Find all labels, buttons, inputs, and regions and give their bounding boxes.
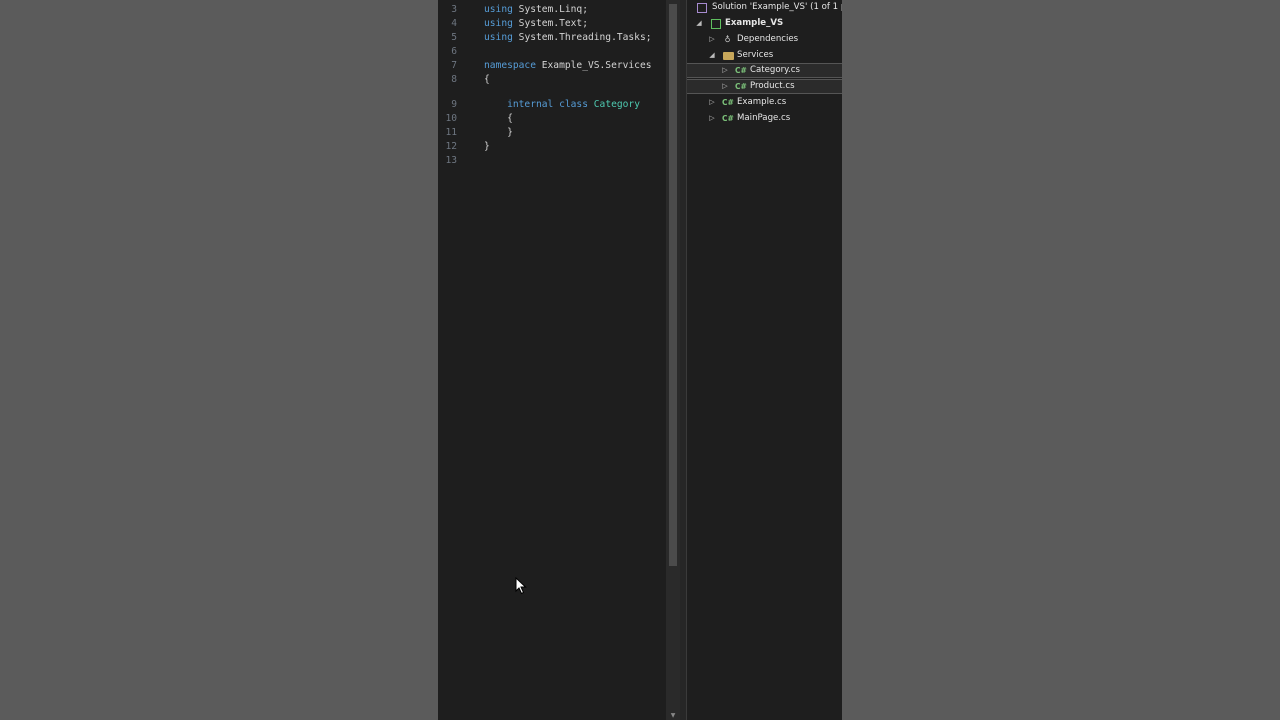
code-line[interactable]: 13 (438, 154, 666, 168)
tree-row-file-mainpage[interactable]: ▷ C# MainPage.cs (687, 111, 842, 126)
line-number: 4 (451, 18, 457, 29)
text-token: Example_VS.Services (535, 60, 652, 71)
line-number: 11 (445, 127, 457, 138)
dependencies-label: Dependencies (737, 34, 799, 44)
line-number: 9 (451, 99, 457, 110)
tree-row-dependencies[interactable]: ▷ ♁ Dependencies (687, 32, 842, 47)
code-line[interactable]: 3 using System.Linq; (438, 3, 666, 17)
text-token: { (484, 74, 490, 85)
line-number: 12 (445, 141, 457, 152)
line-number: 7 (451, 60, 457, 71)
collapsed-arrow-icon[interactable]: ▷ (708, 111, 716, 126)
code-text: { (484, 112, 513, 126)
keyword-token: using (484, 32, 513, 43)
keyword-token: namespace (484, 60, 536, 71)
ide-window: 3 using System.Linq; 4 using System.Text; 5 u… (438, 0, 842, 720)
code-line[interactable]: 7 namespace Example_VS.Services (438, 59, 666, 73)
tree-row-solution[interactable]: Solution 'Example_VS' (1 of 1 proje (687, 0, 842, 15)
collapsed-arrow-icon[interactable]: ▷ (708, 95, 716, 110)
scroll-down-arrow-icon[interactable]: ▼ (669, 713, 677, 719)
code-line[interactable]: 4 using System.Text; (438, 17, 666, 31)
csharp-file-icon: C# (722, 114, 734, 123)
solution-icon (697, 3, 707, 13)
collapsed-arrow-icon[interactable]: ▷ (708, 32, 716, 47)
file-label: Category.cs (750, 65, 800, 75)
line-number: 8 (451, 74, 457, 85)
mouse-pointer-icon (515, 577, 527, 595)
code-text: namespace Example_VS.Services (484, 59, 652, 73)
line-number: 5 (451, 32, 457, 43)
line-number: 3 (451, 4, 457, 15)
project-label: Example_VS (725, 18, 784, 28)
text-token: { (484, 113, 513, 124)
line-number: 6 (451, 46, 457, 57)
keyword-token: using (484, 4, 513, 15)
collapsed-arrow-icon[interactable]: ▷ (721, 80, 729, 93)
tree-row-file-product[interactable]: ▷ C# Product.cs (687, 79, 842, 94)
tree-row-file-example[interactable]: ▷ C# Example.cs (687, 95, 842, 110)
expanded-arrow-icon[interactable]: ◢ (695, 16, 703, 31)
keyword-token: class (559, 99, 588, 110)
line-number: 13 (445, 155, 457, 166)
line-number: 10 (445, 113, 457, 124)
code-text: using System.Linq; (484, 3, 588, 17)
code-line[interactable]: 9 internal class Category (438, 98, 666, 112)
csharp-project-icon (711, 19, 721, 29)
csharp-file-icon: C# (735, 66, 747, 75)
code-line[interactable]: 11 } (438, 126, 666, 140)
keyword-token: using (484, 18, 513, 29)
text-token: } (484, 127, 513, 138)
code-text: internal class Category (484, 98, 640, 112)
file-label: Product.cs (750, 81, 795, 91)
editor-vertical-scrollbar[interactable]: ▼ (666, 0, 680, 720)
code-text: } (484, 140, 490, 154)
dependencies-icon: ♁ (724, 35, 731, 44)
code-text: } (484, 126, 513, 140)
code-text: { (484, 73, 490, 87)
solution-label: Solution 'Example_VS' (1 of 1 proje (712, 2, 842, 12)
solution-explorer: Solution 'Example_VS' (1 of 1 proje ◢ Ex… (686, 0, 842, 720)
scrollbar-thumb[interactable] (669, 4, 677, 566)
code-text: using System.Text; (484, 17, 588, 31)
services-label: Services (737, 50, 774, 60)
csharp-file-icon: C# (722, 98, 734, 107)
code-line[interactable]: 8{ (438, 73, 666, 87)
tree-row-services-folder[interactable]: ◢ Services (687, 48, 842, 63)
tree-row-project[interactable]: ◢ Example_VS (687, 16, 842, 31)
tree-row-file-category[interactable]: ▷ C# Category.cs (687, 63, 842, 78)
code-line[interactable]: 10 { (438, 112, 666, 126)
expanded-arrow-icon[interactable]: ◢ (708, 48, 716, 63)
text-token: } (484, 141, 490, 152)
file-label: MainPage.cs (737, 113, 791, 123)
keyword-token: internal (507, 99, 554, 110)
code-text: using System.Threading.Tasks; (484, 31, 652, 45)
code-editor[interactable]: 3 using System.Linq; 4 using System.Text; 5 u… (438, 0, 666, 720)
text-token: System.Text; (512, 18, 588, 29)
collapsed-arrow-icon[interactable]: ▷ (721, 64, 729, 77)
code-line[interactable]: 5 using System.Threading.Tasks; (438, 31, 666, 45)
csharp-file-icon: C# (735, 82, 747, 91)
code-line[interactable]: 12} (438, 140, 666, 154)
type-token: Category (593, 99, 640, 110)
code-line[interactable]: 6 (438, 45, 666, 59)
folder-icon (723, 52, 734, 60)
text-token: System.Threading.Tasks; (512, 32, 652, 43)
file-label: Example.cs (737, 97, 787, 107)
text-token: System.Linq; (512, 4, 588, 15)
